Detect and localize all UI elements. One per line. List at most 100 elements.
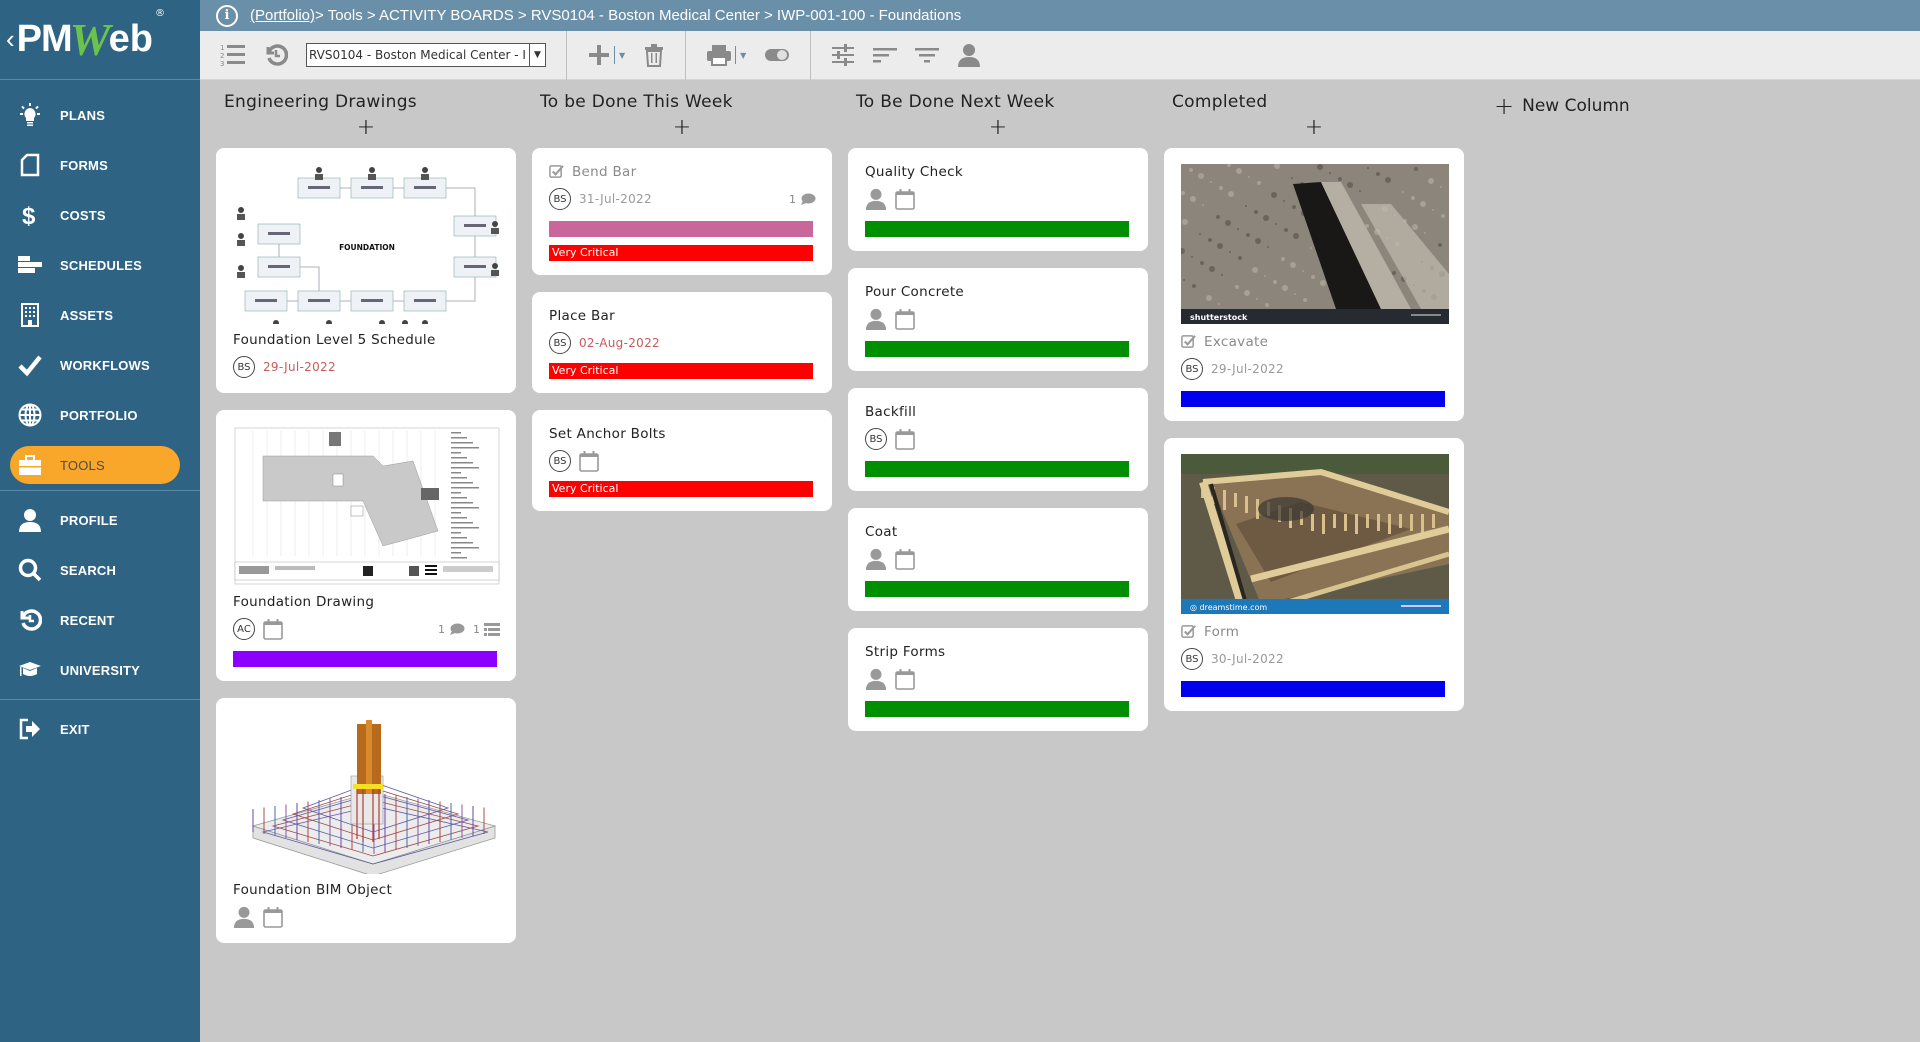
add-dropdown-caret-icon[interactable]: ▼: [614, 46, 625, 64]
column-title[interactable]: Completed: [1164, 92, 1464, 116]
comment-icon[interactable]: [449, 623, 465, 636]
settings-button[interactable]: [831, 43, 855, 67]
avatar[interactable]: BS: [549, 332, 571, 354]
activity-card[interactable]: Place Bar BS 02-Aug-2022 Very Critical: [532, 292, 832, 393]
column-title[interactable]: To Be Done Next Week: [848, 92, 1148, 116]
checklist-icon[interactable]: [484, 622, 500, 636]
activity-card[interactable]: Foundation BIM Object: [216, 698, 516, 943]
activity-card[interactable]: Set Anchor Bolts BS Very Critical: [532, 410, 832, 511]
avatar[interactable]: BS: [1181, 648, 1203, 670]
activity-card[interactable]: Coat: [848, 508, 1148, 611]
checkbox-checked-icon[interactable]: [1181, 334, 1196, 349]
avatar[interactable]: BS: [549, 188, 571, 210]
avatar[interactable]: AC: [233, 618, 255, 640]
pmweb-logo[interactable]: ‹ PM Web ®: [0, 0, 200, 80]
nav-divider: [0, 699, 200, 700]
delete-button[interactable]: [643, 43, 665, 67]
column-title[interactable]: To be Done This Week: [532, 92, 832, 116]
card-thumbnail[interactable]: FOUNDATION: [233, 164, 501, 324]
user-button[interactable]: [957, 43, 981, 67]
comment-icon[interactable]: [800, 193, 816, 206]
activity-card[interactable]: shutterstock Excavate BS 29-Jul-2022: [1164, 148, 1464, 421]
calendar-icon[interactable]: [895, 308, 915, 330]
new-column-button[interactable]: + New Column: [1494, 92, 1630, 120]
activity-card[interactable]: FOUNDATION Foundation Level 5 Schedule BS 2…: [216, 148, 516, 393]
status-color-bar: [233, 651, 497, 667]
calendar-icon[interactable]: [579, 450, 599, 472]
card-title: Set Anchor Bolts: [549, 426, 666, 442]
avatar[interactable]: BS: [549, 450, 571, 472]
add-button[interactable]: ▼: [587, 43, 625, 67]
history-button[interactable]: [264, 43, 288, 67]
unassigned-user-icon[interactable]: [865, 668, 887, 690]
calendar-icon[interactable]: [263, 618, 283, 640]
breadcrumb-portfolio-link[interactable]: (Portfolio): [250, 7, 315, 24]
unassigned-user-icon[interactable]: [865, 548, 887, 570]
project-select[interactable]: RVS0104 - Boston Medical Center - I ▼: [306, 43, 546, 67]
add-card-button[interactable]: +: [848, 116, 1148, 148]
trash-icon: [645, 44, 664, 67]
checkbox-checked-icon[interactable]: [549, 164, 564, 179]
card-title: Quality Check: [865, 164, 963, 180]
activity-card[interactable]: Backfill BS: [848, 388, 1148, 491]
avatar[interactable]: BS: [865, 428, 887, 450]
sidebar-item-label: PLANS: [60, 107, 106, 123]
card-thumbnail[interactable]: ◎ dreamstime.com: [1181, 454, 1449, 614]
sidebar-item-portfolio[interactable]: PORTFOLIO: [0, 390, 200, 440]
sidebar-item-schedules[interactable]: SCHEDULES: [0, 240, 200, 290]
calendar-icon[interactable]: [895, 668, 915, 690]
print-button[interactable]: ▼: [706, 43, 746, 67]
collapse-sidebar-icon[interactable]: ‹: [6, 24, 15, 55]
calendar-icon[interactable]: [895, 548, 915, 570]
calendar-icon[interactable]: [895, 428, 915, 450]
sort-button[interactable]: [873, 45, 898, 65]
activity-card[interactable]: Foundation Drawing AC 1 1: [216, 410, 516, 681]
sidebar-item-tools[interactable]: TOOLS: [10, 446, 180, 484]
plus-icon: +: [1494, 92, 1515, 120]
calendar-icon[interactable]: [263, 906, 283, 928]
sidebar-item-forms[interactable]: FORMS: [0, 140, 200, 190]
activity-card[interactable]: Quality Check: [848, 148, 1148, 251]
numbered-list-button[interactable]: 123: [220, 43, 246, 67]
sidebar-item-university[interactable]: UNIVERSITY: [0, 645, 200, 695]
card-thumbnail[interactable]: [233, 426, 501, 586]
info-icon[interactable]: i: [216, 4, 238, 27]
column-title[interactable]: Engineering Drawings: [216, 92, 516, 116]
activity-card[interactable]: Bend Bar BS 31-Jul-2022 1 Very Critical: [532, 148, 832, 275]
print-dropdown-caret-icon[interactable]: ▼: [735, 46, 746, 64]
status-color-bar: [1181, 391, 1445, 407]
activity-card[interactable]: Strip Forms: [848, 628, 1148, 731]
toggle-button[interactable]: [764, 47, 790, 63]
sidebar-item-plans[interactable]: PLANS: [0, 90, 200, 140]
card-thumbnail[interactable]: [233, 714, 501, 874]
sidebar-item-label: ASSETS: [60, 307, 114, 323]
board-column: To Be Done Next Week + Quality Check Pour …: [848, 92, 1148, 748]
sidebar-item-label: EXIT: [60, 721, 90, 737]
chevron-down-icon[interactable]: ▼: [529, 44, 545, 66]
activity-card[interactable]: ◎ dreamstime.com Form BS 30-Jul-2022: [1164, 438, 1464, 711]
status-color-bar: [865, 221, 1129, 237]
unassigned-user-icon[interactable]: [865, 188, 887, 210]
activity-card[interactable]: Pour Concrete: [848, 268, 1148, 371]
filter-button[interactable]: [915, 45, 940, 65]
sidebar: ‹ PM Web ® PLANS FORMS $ COSTS SCHEDULES ASSET…: [0, 0, 200, 1042]
sidebar-item-profile[interactable]: PROFILE: [0, 495, 200, 545]
checkbox-checked-icon[interactable]: [1181, 624, 1196, 639]
calendar-icon[interactable]: [895, 188, 915, 210]
image-watermark: shutterstock: [1190, 313, 1248, 322]
sidebar-item-costs[interactable]: $ COSTS: [0, 190, 200, 240]
diagram-title: FOUNDATION: [339, 243, 395, 252]
sidebar-item-recent[interactable]: RECENT: [0, 595, 200, 645]
add-card-button[interactable]: +: [216, 116, 516, 148]
unassigned-user-icon[interactable]: [233, 906, 255, 928]
add-card-button[interactable]: +: [1164, 116, 1464, 148]
add-card-button[interactable]: +: [532, 116, 832, 148]
avatar[interactable]: BS: [1181, 358, 1203, 380]
card-thumbnail[interactable]: shutterstock: [1181, 164, 1449, 324]
sidebar-item-assets[interactable]: ASSETS: [0, 290, 200, 340]
sidebar-item-exit[interactable]: EXIT: [0, 704, 200, 754]
avatar[interactable]: BS: [233, 356, 255, 378]
sidebar-item-workflows[interactable]: WORKFLOWS: [0, 340, 200, 390]
sidebar-item-search[interactable]: SEARCH: [0, 545, 200, 595]
unassigned-user-icon[interactable]: [865, 308, 887, 330]
